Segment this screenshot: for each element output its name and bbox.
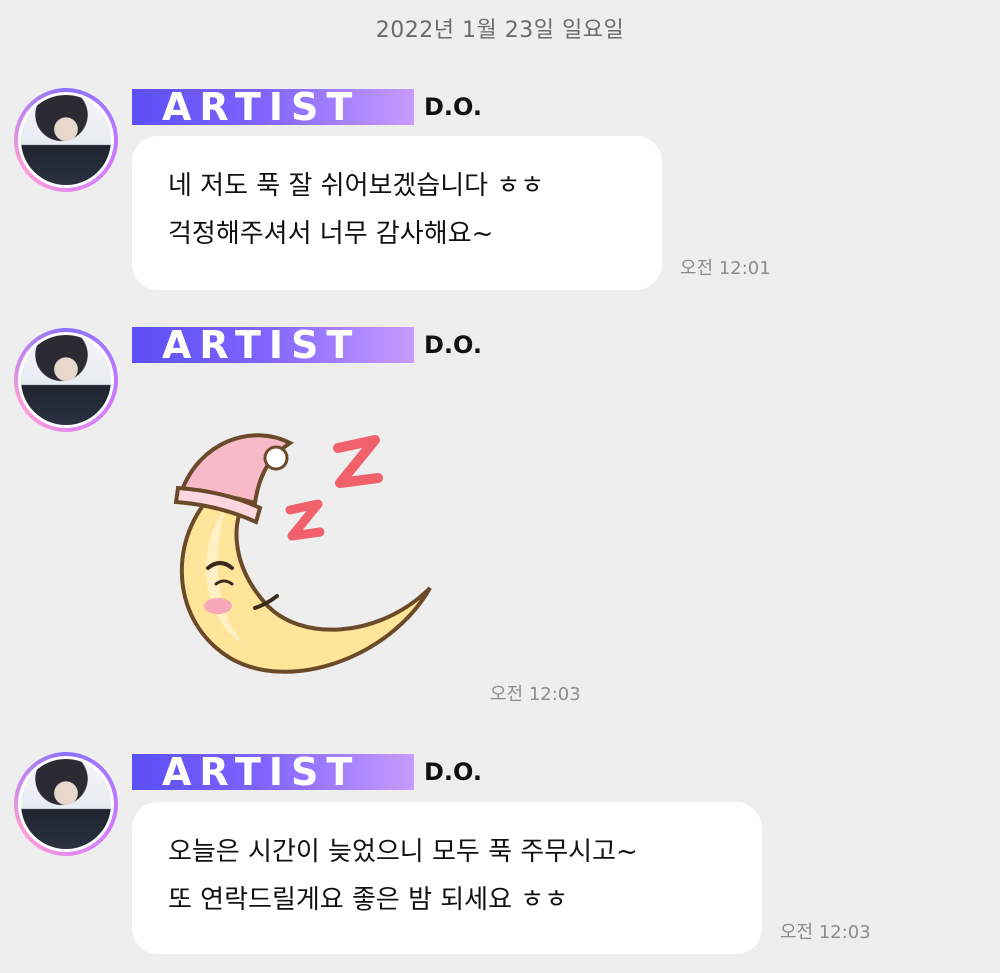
message-bubble[interactable]: 오늘은 시간이 늦었으니 모두 푹 주무시고~ 또 연락드릴게요 좋은 밤 되세…	[132, 802, 762, 954]
artist-badge: ARTIST	[132, 754, 414, 790]
message-time: 오전 12:01	[680, 258, 771, 279]
avatar-photo	[18, 756, 114, 852]
avatar-photo	[18, 332, 114, 428]
sender-name: D.O.	[424, 93, 483, 121]
sender-row: ARTIST D.O.	[132, 753, 482, 791]
avatar-photo	[18, 92, 114, 188]
message-line: 또 연락드릴게요 좋은 밤 되세요 ㅎㅎ	[168, 885, 569, 915]
sleeping-moon-sticker[interactable]	[160, 418, 450, 678]
sender-row: ARTIST D.O.	[132, 326, 482, 364]
sender-name: D.O.	[424, 331, 483, 359]
sender-name: D.O.	[424, 758, 483, 786]
message-line: 오늘은 시간이 늦었으니 모두 푹 주무시고~	[168, 837, 638, 867]
message-bubble[interactable]: 네 저도 푹 잘 쉬어보겠습니다 ㅎㅎ 걱정해주셔서 너무 감사해요~	[132, 136, 662, 290]
message-time: 오전 12:03	[780, 922, 871, 943]
date-header: 2022년 1월 23일 일요일	[375, 18, 625, 43]
avatar[interactable]	[14, 88, 118, 192]
artist-badge: ARTIST	[132, 327, 414, 363]
message-line: 네 저도 푹 잘 쉬어보겠습니다 ㅎㅎ	[168, 171, 545, 201]
sender-row: ARTIST D.O.	[132, 88, 482, 126]
avatar[interactable]	[14, 328, 118, 432]
avatar[interactable]	[14, 752, 118, 856]
message-line: 걱정해주셔서 너무 감사해요~	[168, 219, 494, 249]
message-time: 오전 12:03	[490, 684, 581, 705]
artist-badge: ARTIST	[132, 89, 414, 125]
